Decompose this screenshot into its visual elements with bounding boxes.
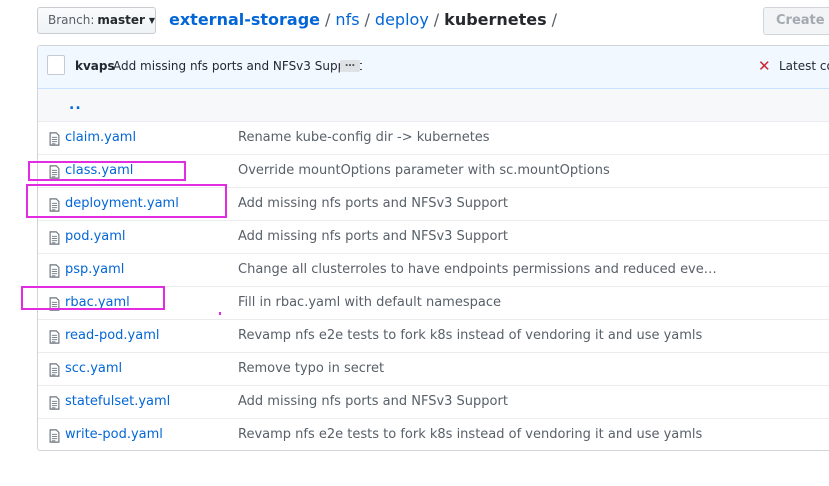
avatar[interactable] <box>47 55 65 75</box>
file-commit-message[interactable]: Fill in rbac.yaml with default namespace <box>238 295 501 310</box>
x-icon[interactable]: ✕ <box>758 57 771 75</box>
file-commit-message[interactable]: Change all clusterroles to have endpoint… <box>238 262 717 277</box>
file-icon <box>49 362 60 377</box>
file-icon <box>49 329 60 344</box>
file-name-link[interactable]: psp.yaml <box>65 262 124 277</box>
breadcrumb-current: kubernetes <box>444 10 547 29</box>
breadcrumb-link-nfs[interactable]: nfs <box>335 10 359 29</box>
file-row[interactable]: pod.yaml Add missing nfs ports and NFSv3 … <box>38 221 829 254</box>
breadcrumb-separator: / <box>551 10 558 29</box>
file-name-link[interactable]: class.yaml <box>65 163 133 178</box>
file-icon <box>49 395 60 410</box>
breadcrumb-separator: / <box>364 10 370 29</box>
file-list-box: kvaps Add missing nfs ports and NFSv3 Su… <box>37 45 829 451</box>
breadcrumb-separator: / <box>433 10 440 29</box>
file-commit-message[interactable]: Rename kube-config dir -> kubernetes <box>238 130 490 145</box>
latest-commit-bar: kvaps Add missing nfs ports and NFSv3 Su… <box>38 46 829 89</box>
expand-commit-ellipsis-button[interactable]: … <box>340 59 360 72</box>
file-commit-message[interactable]: Revamp nfs e2e tests to fork k8s instead… <box>238 427 702 442</box>
branch-value: master <box>97 13 145 27</box>
parent-directory-row: .. <box>38 89 829 122</box>
create-new-file-button[interactable]: Create ne <box>763 7 829 35</box>
parent-directory-link[interactable]: .. <box>69 97 82 113</box>
file-row[interactable]: class.yaml Override mountOptions paramete… <box>38 155 829 188</box>
file-name-link[interactable]: rbac.yaml <box>65 295 130 310</box>
file-row[interactable]: write-pod.yaml Revamp nfs e2e tests to fo… <box>38 419 829 450</box>
file-name-link[interactable]: deployment.yaml <box>65 196 179 211</box>
branch-select-button[interactable]: Branch: master ▼ <box>37 7 156 34</box>
file-row[interactable]: rbac.yaml Fill in rbac.yaml with default … <box>38 287 829 320</box>
file-name-link[interactable]: pod.yaml <box>65 229 126 244</box>
branch-label: Branch: <box>48 13 95 27</box>
file-icon <box>49 230 60 245</box>
file-name-link[interactable]: statefulset.yaml <box>65 394 170 409</box>
file-icon <box>49 164 60 179</box>
latest-commit-label[interactable]: Latest co <box>779 59 829 73</box>
file-commit-message[interactable]: Add missing nfs ports and NFSv3 Support <box>238 229 508 244</box>
file-icon <box>49 296 60 311</box>
file-commit-message[interactable]: Add missing nfs ports and NFSv3 Support <box>238 394 508 409</box>
file-name-link[interactable]: read-pod.yaml <box>65 328 160 343</box>
commit-author[interactable]: kvaps <box>75 59 115 73</box>
file-row[interactable]: statefulset.yaml Add missing nfs ports an… <box>38 386 829 419</box>
file-name-link[interactable]: claim.yaml <box>65 130 136 145</box>
file-row[interactable]: scc.yaml Remove typo in secret <box>38 353 829 386</box>
file-row[interactable]: deployment.yaml Add missing nfs ports and… <box>38 188 829 221</box>
file-icon <box>49 197 60 212</box>
file-commit-message[interactable]: Add missing nfs ports and NFSv3 Support <box>238 196 508 211</box>
file-commit-message[interactable]: Remove typo in secret <box>238 361 384 376</box>
breadcrumb-separator: / <box>325 10 331 29</box>
file-row[interactable]: psp.yaml Change all clusterroles to have … <box>38 254 829 287</box>
breadcrumb: external-storage / nfs / deploy / kubernetes / <box>169 9 562 31</box>
highlight-mark <box>219 312 221 315</box>
breadcrumb-repo-link[interactable]: external-storage <box>169 10 320 29</box>
caret-down-icon: ▼ <box>148 16 156 25</box>
file-name-link[interactable]: write-pod.yaml <box>65 427 163 442</box>
breadcrumb-link-deploy[interactable]: deploy <box>375 10 429 29</box>
commit-message[interactable]: Add missing nfs ports and NFSv3 Support <box>113 59 362 73</box>
file-row[interactable]: read-pod.yaml Revamp nfs e2e tests to for… <box>38 320 829 353</box>
file-icon <box>49 131 60 146</box>
file-icon <box>49 263 60 278</box>
file-commit-message[interactable]: Revamp nfs e2e tests to fork k8s instead… <box>238 328 702 343</box>
file-name-link[interactable]: scc.yaml <box>65 361 122 376</box>
file-row[interactable]: claim.yaml Rename kube-config dir -> kube… <box>38 122 829 155</box>
file-commit-message[interactable]: Override mountOptions parameter with sc.… <box>238 163 610 178</box>
file-icon <box>49 428 60 443</box>
